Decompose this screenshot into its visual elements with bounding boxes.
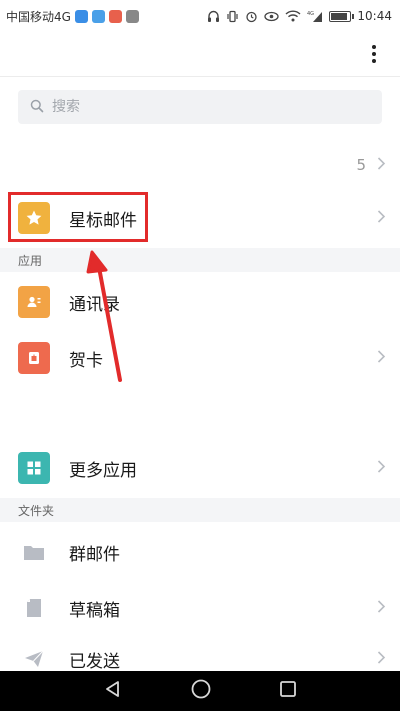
navigation-bar (0, 671, 400, 711)
status-bar: 中国移动4G 4G 10:44 (0, 0, 400, 32)
contacts-label: 通讯录 (69, 294, 120, 315)
divider (0, 76, 400, 77)
draft-icon (18, 592, 50, 624)
folder-icon (18, 536, 50, 568)
chevron-right-icon (377, 650, 386, 669)
recents-square-icon[interactable] (279, 680, 297, 702)
group-mail-row[interactable]: 群邮件 (0, 526, 400, 578)
drafts-row[interactable]: 草稿箱 (0, 582, 400, 634)
cellular-signal-icon: 4G (307, 10, 323, 22)
greeting-card-label: 贺卡 (69, 350, 103, 371)
search-input[interactable] (50, 98, 354, 116)
headphones-icon (207, 10, 220, 23)
vibrate-icon (226, 10, 239, 23)
eye-comfort-icon (264, 10, 280, 22)
notification-app-icon (74, 9, 88, 23)
more-apps-row[interactable]: 更多应用 (0, 442, 400, 494)
drafts-label: 草稿箱 (69, 600, 120, 621)
notification-app-icon (91, 9, 105, 23)
back-triangle-icon[interactable] (103, 679, 123, 703)
greeting-card-icon (18, 342, 50, 374)
battery-icon (329, 10, 355, 22)
clock: 10:44 (357, 9, 392, 23)
grid-apps-icon (18, 452, 50, 484)
home-circle-icon[interactable] (190, 678, 212, 704)
sent-label: 已发送 (69, 651, 120, 672)
more-vert-icon[interactable] (362, 40, 386, 68)
section-header-folders: 文件夹 (0, 498, 400, 522)
status-right: 4G 10:44 (207, 9, 400, 23)
more-apps-label: 更多应用 (69, 460, 137, 481)
search-icon (30, 98, 44, 117)
network-type-label: 4G (307, 11, 314, 17)
contacts-row[interactable]: 通讯录 (0, 276, 400, 328)
inbox-row[interactable]: 5 (0, 140, 400, 190)
chevron-right-icon (377, 459, 386, 478)
battery-level (331, 12, 347, 20)
search-bar[interactable] (18, 90, 382, 124)
carrier-label: 中国移动4G (6, 9, 71, 24)
greeting-card-row[interactable]: 贺卡 (0, 332, 400, 384)
inbox-count: 5 (356, 156, 366, 174)
annotation-highlight-box (8, 192, 148, 242)
group-mail-label: 群邮件 (69, 544, 120, 565)
wifi-icon (285, 10, 301, 22)
notification-app-icon (108, 9, 122, 23)
chevron-right-icon (377, 599, 386, 618)
chevron-right-icon (377, 349, 386, 368)
status-left: 中国移动4G (0, 8, 139, 25)
header (0, 32, 400, 76)
chevron-right-icon (377, 156, 386, 175)
contact-card-icon (18, 286, 50, 318)
chevron-right-icon (377, 209, 386, 228)
alarm-icon (245, 10, 258, 23)
notification-app-icon (125, 9, 139, 23)
section-header-apps: 应用 (0, 248, 400, 272)
